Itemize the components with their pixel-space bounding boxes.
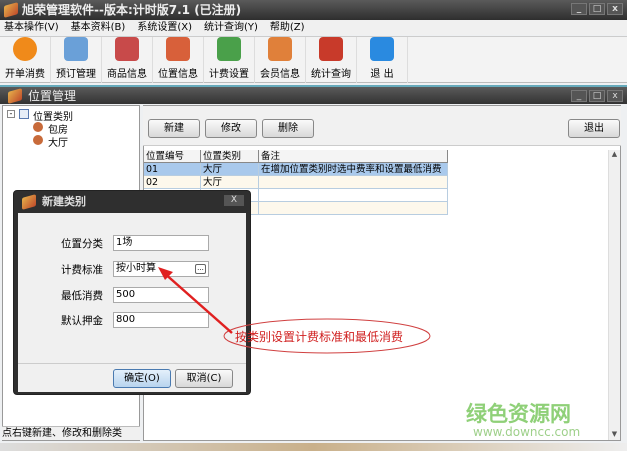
taskbar-strip bbox=[0, 443, 627, 451]
annotation-text: 按类别设置计费标准和最低消费 bbox=[235, 330, 404, 344]
annotation-overlay bbox=[158, 267, 431, 354]
annotation-arrow bbox=[162, 271, 233, 334]
